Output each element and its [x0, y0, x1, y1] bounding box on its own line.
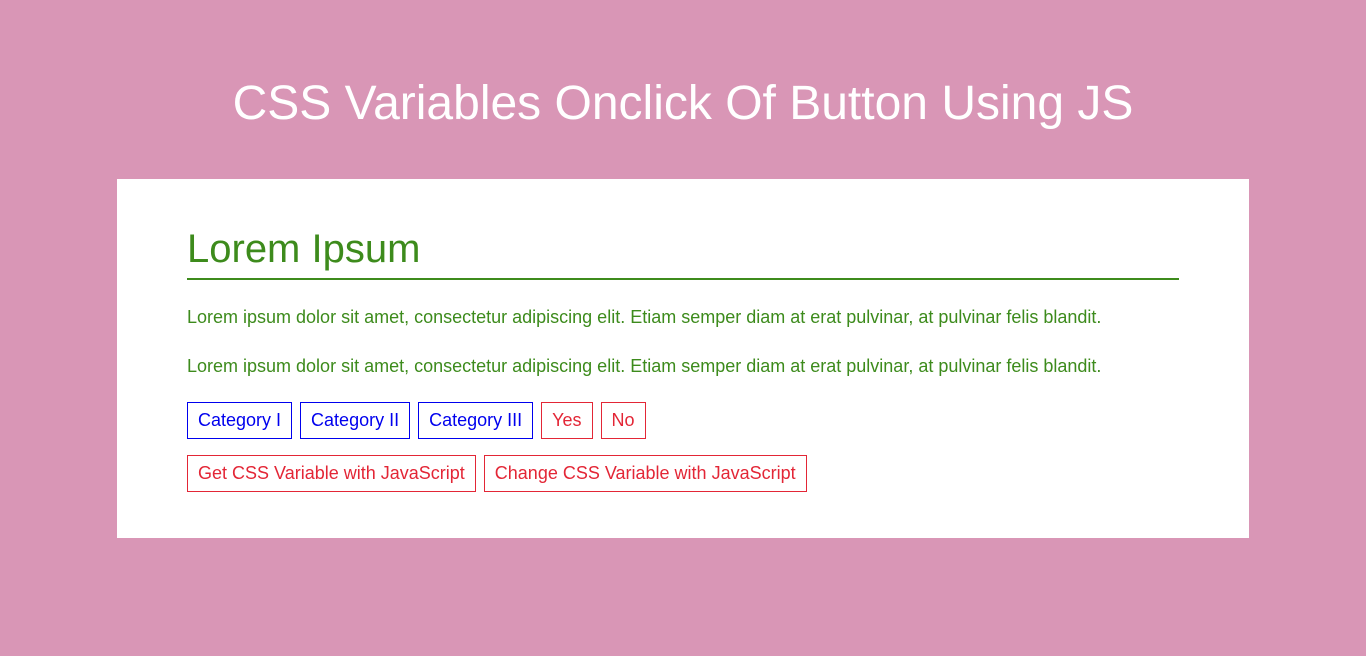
section-heading: Lorem Ipsum — [187, 227, 1179, 272]
page-title: CSS Variables Onclick Of Button Using JS — [0, 0, 1366, 179]
change-css-variable-button[interactable]: Change CSS Variable with JavaScript — [484, 455, 807, 492]
yes-button[interactable]: Yes — [541, 402, 592, 439]
content-card: Lorem Ipsum Lorem ipsum dolor sit amet, … — [117, 179, 1249, 538]
paragraph-2: Lorem ipsum dolor sit amet, consectetur … — [187, 353, 1179, 380]
category-3-button[interactable]: Category III — [418, 402, 533, 439]
category-1-button[interactable]: Category I — [187, 402, 292, 439]
divider — [187, 278, 1179, 280]
no-button[interactable]: No — [601, 402, 646, 439]
button-row-2: Get CSS Variable with JavaScript Change … — [187, 455, 1179, 492]
paragraph-1: Lorem ipsum dolor sit amet, consectetur … — [187, 304, 1179, 331]
category-2-button[interactable]: Category II — [300, 402, 410, 439]
get-css-variable-button[interactable]: Get CSS Variable with JavaScript — [187, 455, 476, 492]
button-row-1: Category I Category II Category III Yes … — [187, 402, 1179, 439]
